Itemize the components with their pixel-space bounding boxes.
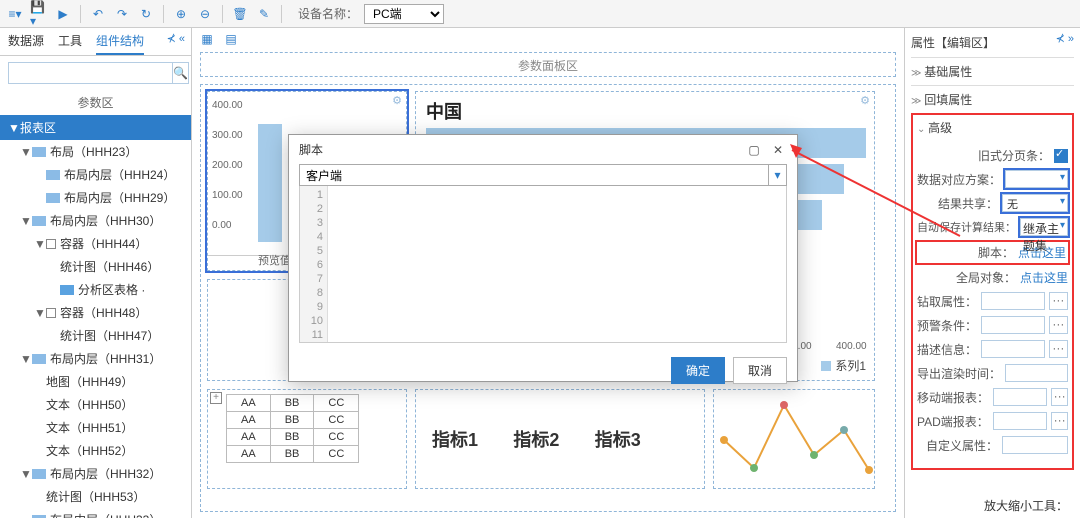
section-basic[interactable]: 基础属性 [911, 57, 1074, 85]
canvas-ruler-icon[interactable]: ▤ [222, 30, 240, 48]
zoom-out-icon[interactable]: ⊖ [196, 5, 214, 23]
tree-item[interactable]: 统计图（HHH53） [0, 485, 191, 508]
export-field[interactable] [1005, 364, 1068, 382]
pad-field[interactable] [993, 412, 1047, 430]
report-section[interactable]: ▼报表区 [0, 115, 191, 140]
data-plan-select[interactable] [1005, 170, 1068, 188]
menu-icon[interactable]: ≡▾ [6, 5, 24, 23]
search-input[interactable] [8, 62, 173, 84]
kpi-comp[interactable]: 指标1 指标2 指标3 [415, 389, 705, 489]
left-panel: 数据源 工具 组件结构 ⊀ « 🔍 参数区 ▼报表区 ▼布局（HHH23）布局内… [0, 28, 192, 518]
tab-tools[interactable]: 工具 [58, 32, 82, 55]
warn-field[interactable] [981, 316, 1045, 334]
warn-more[interactable]: ··· [1049, 316, 1068, 334]
right-panel: ⊀ » 属性【编辑区】 基础属性 回填属性 高级 旧式分页条： 数据对应方案： … [904, 28, 1080, 518]
mobile-field[interactable] [993, 388, 1047, 406]
custom-field[interactable] [1002, 436, 1068, 454]
pad-more[interactable]: ··· [1051, 412, 1068, 430]
chart-title: 中国 [426, 98, 462, 124]
refresh-icon[interactable]: ↻ [137, 5, 155, 23]
undo-icon[interactable]: ↶ [89, 5, 107, 23]
tree-item[interactable]: ▼布局（HHH23） [0, 140, 191, 163]
mobile-more[interactable]: ··· [1051, 388, 1068, 406]
run-icon[interactable]: ▶ [54, 5, 72, 23]
section-refill[interactable]: 回填属性 [911, 85, 1074, 113]
cancel-button[interactable]: 取消 [733, 357, 787, 384]
tree-item[interactable]: 地图（HHH49） [0, 370, 191, 393]
section-advanced[interactable]: 高级 [917, 119, 1068, 141]
chevron-down-icon[interactable]: ▾ [768, 165, 786, 185]
tool-icon[interactable]: ✎ [255, 5, 273, 23]
param-section[interactable]: 参数区 [0, 90, 191, 115]
tree-item[interactable]: 统计图（HHH47） [0, 324, 191, 347]
tree-item[interactable]: 分析区表格 · [0, 278, 191, 301]
ok-button[interactable]: 确定 [671, 357, 725, 384]
tree-item[interactable]: ▼布局内层（HHH32） [0, 462, 191, 485]
device-select[interactable]: PC端 [364, 4, 444, 24]
tree-item[interactable]: 文本（HHH50） [0, 393, 191, 416]
maximize-icon[interactable]: ▢ [745, 142, 763, 158]
global-link[interactable]: 点击这里 [1020, 269, 1068, 286]
desc-field[interactable] [981, 340, 1045, 358]
zoom-in-icon[interactable]: ⊕ [172, 5, 190, 23]
tree-item[interactable]: ▼容器（HHH48） [0, 301, 191, 324]
desc-more[interactable]: ··· [1049, 340, 1068, 358]
drill-field[interactable] [981, 292, 1045, 310]
device-label: 设备名称： [298, 5, 358, 22]
autosave-select[interactable]: 继承主题集 [1020, 218, 1068, 236]
delete-icon[interactable]: 🗑 [231, 5, 249, 23]
dialog-title: 脚本 [299, 141, 739, 158]
share-select[interactable]: 无 [1002, 194, 1068, 212]
pin-icon[interactable]: ⊀ » [1056, 32, 1074, 45]
tree-item[interactable]: 布局内层（HHH29） [0, 186, 191, 209]
old-page-checkbox[interactable] [1054, 149, 1068, 163]
legend: 系列1 [821, 357, 866, 374]
script-target-input[interactable] [300, 165, 768, 185]
canvas-grid-icon[interactable]: ▦ [198, 30, 216, 48]
close-icon[interactable]: ✕ [769, 142, 787, 158]
tree-item[interactable]: ▼布局内层（HHH30） [0, 209, 191, 232]
tab-datasource[interactable]: 数据源 [8, 32, 44, 55]
pin-icon[interactable]: ⊀ « [167, 32, 185, 45]
tree-item[interactable]: 布局内层（HHH33） [0, 508, 191, 518]
tree-item[interactable]: 文本（HHH51） [0, 416, 191, 439]
tab-structure[interactable]: 组件结构 [96, 32, 144, 55]
tree-item[interactable]: 统计图（HHH46） [0, 255, 191, 278]
drill-more[interactable]: ··· [1049, 292, 1068, 310]
gear-icon[interactable]: ⚙ [860, 94, 870, 107]
plus-icon[interactable]: + [210, 392, 222, 404]
line-gutter: 1234567891011 [300, 186, 328, 342]
tree-item[interactable]: ▼布局内层（HHH31） [0, 347, 191, 370]
redo-icon[interactable]: ↷ [113, 5, 131, 23]
gear-icon[interactable]: ⚙ [392, 94, 402, 107]
param-panel[interactable]: 参数面板区 [200, 52, 896, 77]
top-toolbar: ≡▾ 💾▾ ▶ ↶ ↷ ↻ ⊕ ⊖ 🗑 ✎ 设备名称： PC端 [0, 0, 1080, 28]
properties-title: 属性【编辑区】 [911, 32, 1074, 57]
table-comp[interactable]: + AABBCCAABBCCAABBCCAABBCC [207, 389, 407, 489]
save-icon[interactable]: 💾▾ [30, 5, 48, 23]
script-dialog: 脚本 ▢ ✕ ▾ 1234567891011 确定 取消 [288, 134, 798, 382]
code-editor[interactable] [328, 186, 786, 342]
tree-item[interactable]: 文本（HHH52） [0, 439, 191, 462]
spark-comp[interactable] [713, 389, 875, 489]
search-icon[interactable]: 🔍 [173, 62, 189, 84]
tree-item[interactable]: 布局内层（HHH24） [0, 163, 191, 186]
tree-item[interactable]: ▼容器（HHH44） [0, 232, 191, 255]
